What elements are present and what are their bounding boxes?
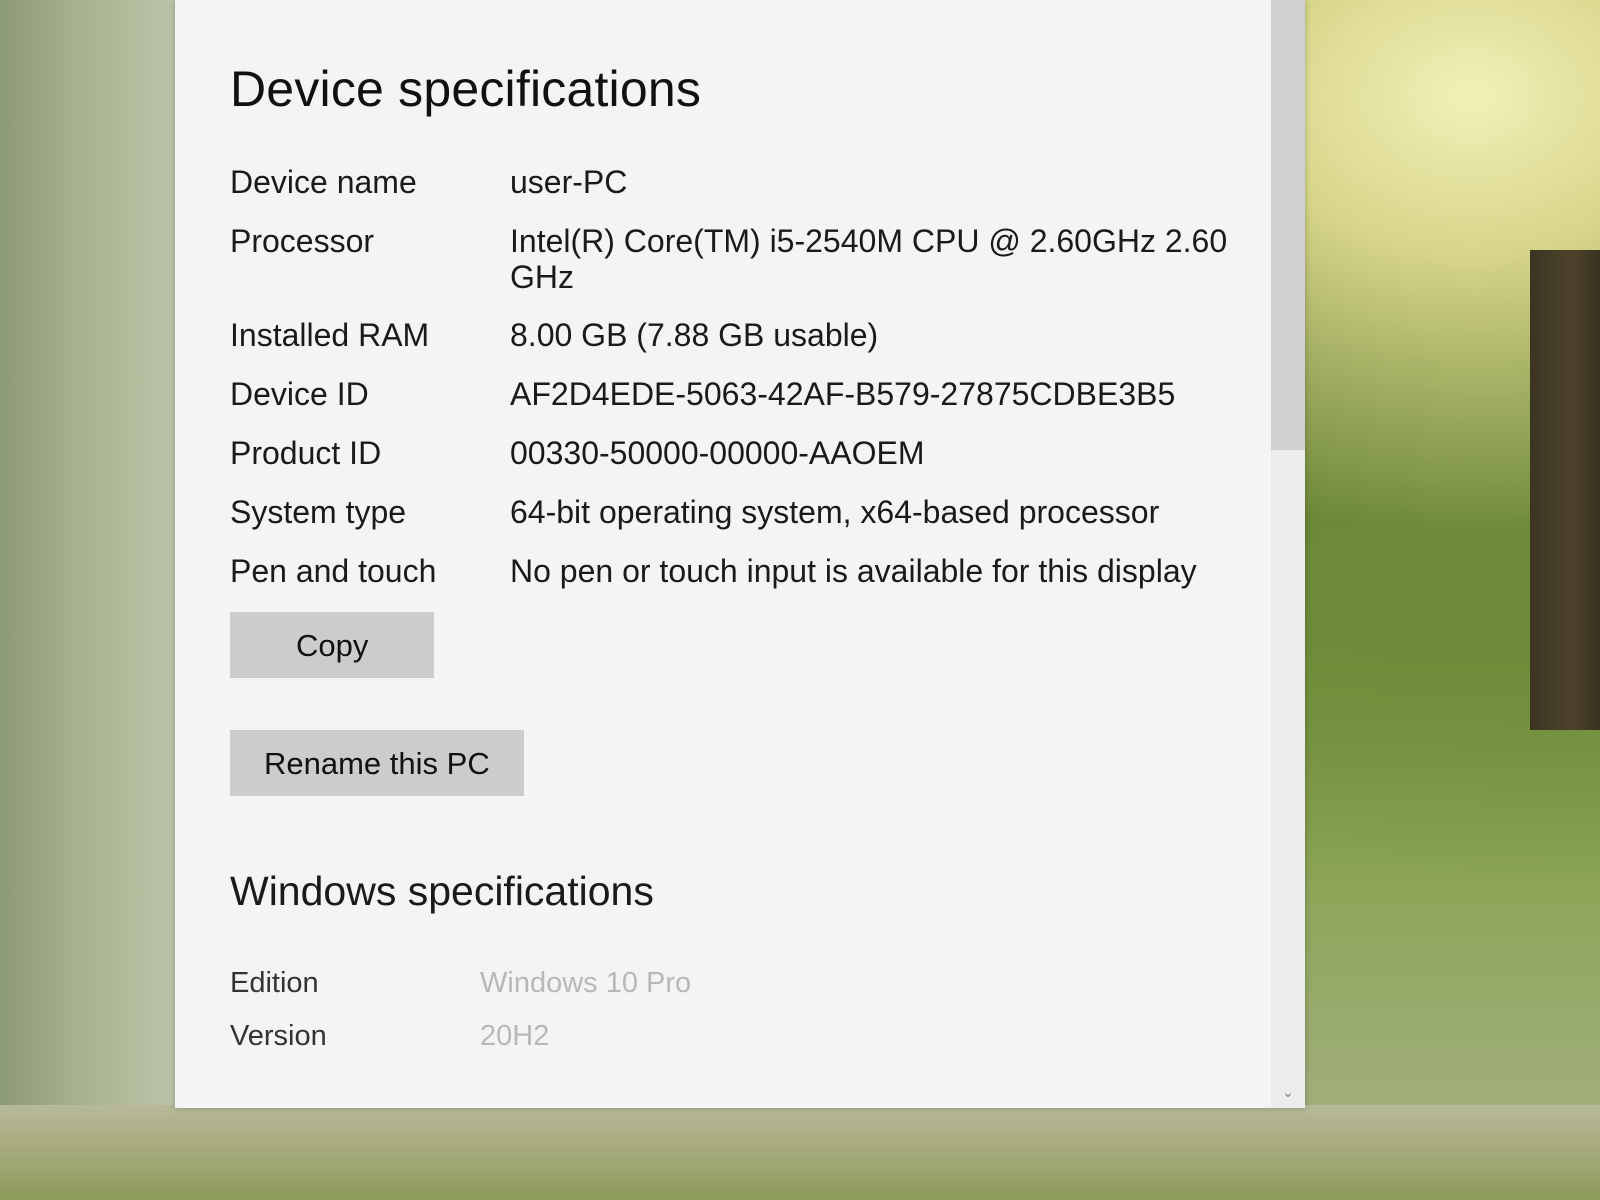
spec-label: Product ID — [230, 435, 382, 471]
spec-value: AF2D4EDE-5063-42AF-B579-27875CDBE3B5 — [510, 376, 1176, 412]
spec-label: Installed RAM — [230, 317, 430, 353]
spec-value: Windows 10 Pro — [480, 967, 692, 999]
copy-button[interactable]: Copy — [230, 612, 435, 678]
windows-specifications-heading: Windows specifications — [230, 868, 654, 914]
spec-row-device-id: Device ID AF2D4EDE-5063-42AF-B579-27875C… — [230, 376, 1240, 413]
spec-value: 64-bit operating system, x64-based proce… — [510, 494, 1160, 530]
rename-button-row: Rename this PC — [230, 730, 1240, 796]
spec-value: 8.00 GB (7.88 GB usable) — [510, 317, 879, 353]
desktop-background-left — [0, 0, 176, 1110]
spec-row-edition: Edition Windows 10 Pro — [230, 967, 1240, 1000]
spec-label: Device name — [230, 164, 417, 200]
desktop-wallpaper-tree — [1530, 250, 1600, 730]
spec-value: 20H2 — [480, 1020, 550, 1052]
spec-value: No pen or touch input is available for t… — [510, 553, 1197, 589]
spec-row-installed-ram: Installed RAM 8.00 GB (7.88 GB usable) — [230, 317, 1240, 354]
device-specifications-heading: Device specifications — [230, 61, 702, 117]
rename-pc-button[interactable]: Rename this PC — [230, 730, 524, 796]
copy-button-row: Copy — [230, 612, 1240, 678]
spec-row-pen-and-touch: Pen and touch No pen or touch input is a… — [230, 553, 1240, 590]
spec-label: Processor — [230, 223, 375, 259]
spec-row-system-type: System type 64-bit operating system, x64… — [230, 494, 1240, 531]
spec-row-processor: Processor Intel(R) Core(TM) i5-2540M CPU… — [230, 223, 1240, 295]
spec-label: Device ID — [230, 376, 369, 412]
chevron-down-icon[interactable]: ⌄ — [1280, 1084, 1296, 1100]
spec-row-device-name: Device name user-PC — [230, 164, 1240, 201]
spec-row-version: Version 20H2 — [230, 1020, 1240, 1053]
spec-label: Pen and touch — [230, 553, 437, 589]
about-content: Device specifications Device name user-P… — [230, 60, 1240, 1073]
spec-label: Edition — [230, 967, 319, 999]
scrollbar-track[interactable]: ⌄ — [1271, 0, 1305, 1108]
desktop-background-bottom — [0, 1105, 1600, 1200]
spec-row-product-id: Product ID 00330-50000-00000-AAOEM — [230, 435, 1240, 472]
spec-value: user-PC — [510, 164, 628, 200]
settings-about-window: ⌄ Device specifications Device name user… — [175, 0, 1305, 1108]
scrollbar-thumb[interactable] — [1271, 0, 1305, 450]
spec-value: Intel(R) Core(TM) i5-2540M CPU @ 2.60GHz… — [510, 223, 1228, 295]
spec-label: Version — [230, 1020, 327, 1052]
spec-label: System type — [230, 494, 407, 530]
spec-value: 00330-50000-00000-AAOEM — [510, 435, 925, 471]
